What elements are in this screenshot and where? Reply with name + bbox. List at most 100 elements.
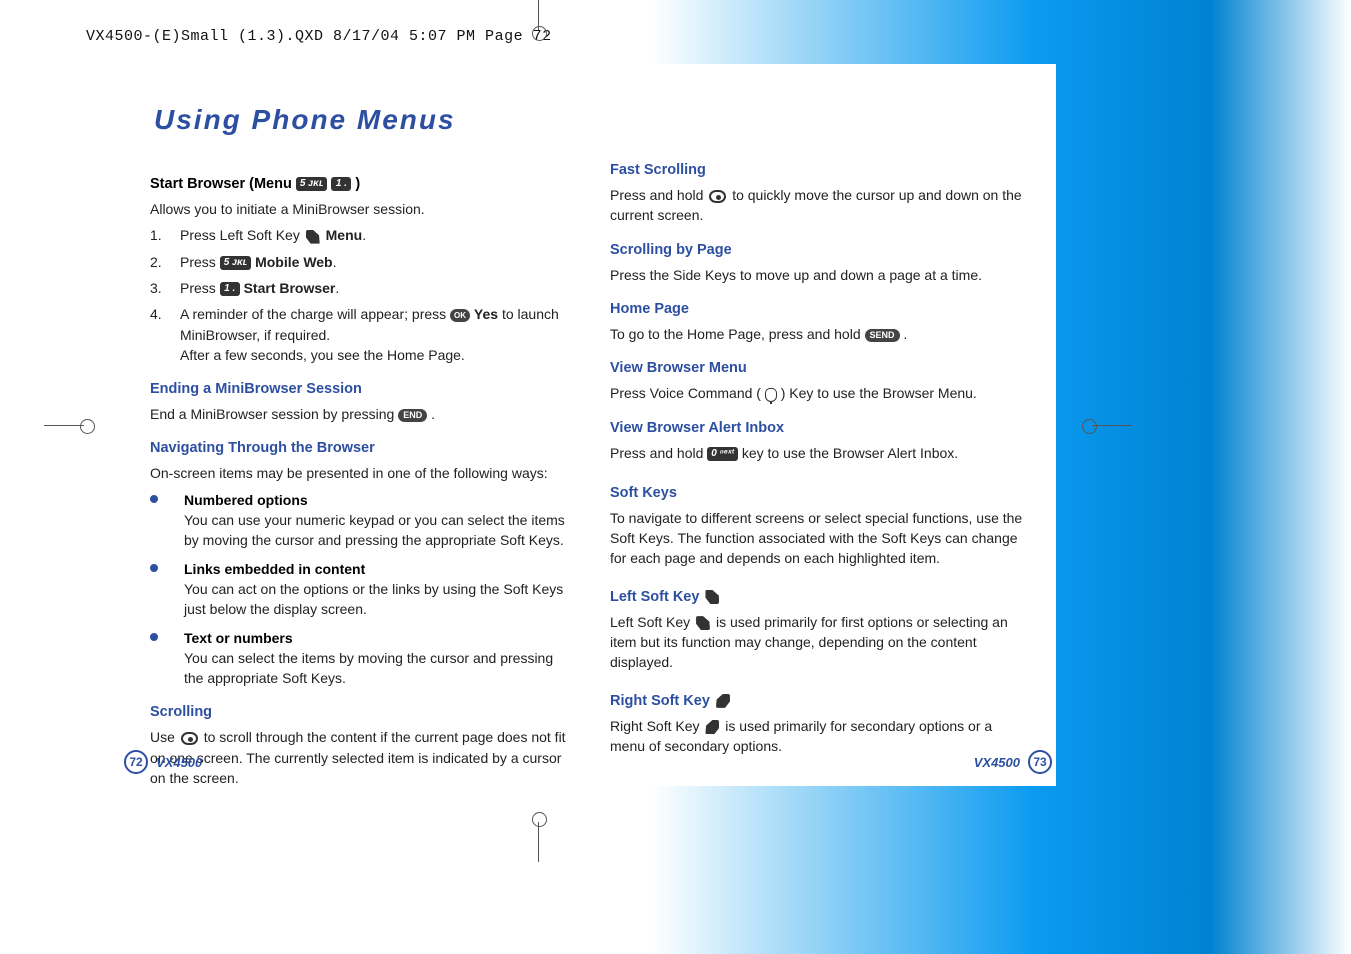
- right-softkey-icon: [705, 720, 719, 734]
- model-label: VX4500: [974, 755, 1020, 770]
- heading-start-browser: Start Browser (Menu 5 ᴊᴋʟ 1 . ): [150, 174, 566, 195]
- right-soft-key-text: Right Soft Key is used primarily for sec…: [610, 716, 1026, 757]
- text: After a few seconds, you see the Home Pa…: [180, 347, 465, 363]
- crop-mark-top: [529, 20, 549, 40]
- bold-text: Yes: [474, 306, 498, 322]
- heading-home-page: Home Page: [610, 299, 1026, 320]
- left-softkey-icon: [696, 616, 710, 630]
- bullet-content: Numbered options You can use your numeri…: [184, 490, 566, 551]
- intro-text: Allows you to initiate a MiniBrowser ses…: [150, 199, 566, 219]
- text: to scroll through the content if the cur…: [150, 729, 566, 786]
- heading-navigating: Navigating Through the Browser: [150, 438, 566, 459]
- voice-command-icon: [765, 388, 777, 402]
- bold-text: Menu: [326, 227, 363, 243]
- heading-scrolling-page: Scrolling by Page: [610, 240, 1026, 261]
- view-browser-menu-text: Press Voice Command ( ) Key to use the B…: [610, 383, 1026, 403]
- heading-view-browser-menu: View Browser Menu: [610, 358, 1026, 379]
- columns-container: Start Browser (Menu 5 ᴊᴋʟ 1 . ) Allows y…: [150, 160, 1026, 794]
- step-text: A reminder of the charge will appear; pr…: [180, 304, 566, 365]
- text: Left Soft Key: [610, 589, 703, 605]
- text: key to use the Browser Alert Inbox.: [742, 445, 958, 461]
- alert-inbox-text: Press and hold 0 ⁿᵉˣᵗ key to use the Bro…: [610, 443, 1026, 463]
- key-1-icon: 1 .: [331, 177, 351, 191]
- heading-alert-inbox: View Browser Alert Inbox: [610, 418, 1026, 439]
- text: Press: [180, 280, 220, 296]
- key-5-icon: 5 ᴊᴋʟ: [220, 256, 252, 270]
- text: Press and hold: [610, 187, 707, 203]
- footer-left: 72 VX4500: [124, 750, 202, 774]
- bullet-title: Text or numbers: [184, 628, 566, 648]
- send-key-icon: SEND: [865, 329, 900, 342]
- left-soft-key-text: Left Soft Key is used primarily for firs…: [610, 612, 1026, 673]
- page-spread: Using Phone Menus Start Browser (Menu 5 …: [120, 64, 1056, 786]
- text: Right Soft Key: [610, 693, 714, 709]
- bullet-links-embedded: Links embedded in content You can act on…: [150, 559, 566, 620]
- text: ) Key to use the Browser Menu.: [781, 385, 977, 401]
- nav-key-icon: [181, 732, 198, 745]
- left-softkey-icon: [306, 230, 320, 244]
- bullet-numbered-options: Numbered options You can use your numeri…: [150, 490, 566, 551]
- heading-soft-keys: Soft Keys: [610, 483, 1026, 504]
- text: Press: [180, 254, 220, 270]
- step-number: 3.: [150, 278, 180, 298]
- text: Use: [150, 729, 179, 745]
- step-number: 2.: [150, 252, 180, 272]
- left-column: Start Browser (Menu 5 ᴊᴋʟ 1 . ) Allows y…: [150, 160, 566, 794]
- footer-right: 73 VX4500: [974, 750, 1052, 774]
- heading-left-soft-key: Left Soft Key: [610, 587, 1026, 608]
- scrolling-page-text: Press the Side Keys to move up and down …: [610, 265, 1026, 285]
- text: Press and hold: [610, 445, 707, 461]
- text: Left Soft Key: [610, 614, 694, 630]
- step-number: 4.: [150, 304, 180, 365]
- right-softkey-icon: [716, 694, 730, 708]
- key-5-icon: 5 ᴊᴋʟ: [296, 177, 328, 191]
- bullet-text-numbers: Text or numbers You can select the items…: [150, 628, 566, 689]
- fast-scrolling-text: Press and hold to quickly move the curso…: [610, 185, 1026, 226]
- step-text: Press 5 ᴊᴋʟ Mobile Web.: [180, 252, 566, 272]
- bullet-body: You can act on the options or the links …: [184, 581, 563, 617]
- bullet-dot-icon: [150, 495, 158, 503]
- crop-mark-left: [74, 416, 94, 436]
- bold-text: Mobile Web: [255, 254, 333, 270]
- step-2: 2. Press 5 ᴊᴋʟ Mobile Web.: [150, 252, 566, 272]
- text: To go to the Home Page, press and hold: [610, 326, 865, 342]
- nav-key-icon: [709, 190, 726, 203]
- text: End a MiniBrowser session by pressing: [150, 406, 398, 422]
- step-text: Press 1 . Start Browser.: [180, 278, 566, 298]
- step-1: 1. Press Left Soft Key Menu.: [150, 225, 566, 245]
- home-page-text: To go to the Home Page, press and hold S…: [610, 324, 1026, 344]
- model-label: VX4500: [156, 755, 202, 770]
- steps-list: 1. Press Left Soft Key Menu. 2. Press 5 …: [150, 225, 566, 365]
- heading-ending-session: Ending a MiniBrowser Session: [150, 379, 566, 400]
- step-text: Press Left Soft Key Menu.: [180, 225, 566, 245]
- heading-text-close: ): [355, 176, 360, 192]
- step-3: 3. Press 1 . Start Browser.: [150, 278, 566, 298]
- ok-icon: OK: [450, 309, 470, 322]
- key-1-icon: 1 .: [220, 282, 240, 296]
- document-meta-header: VX4500-(E)Small (1.3).QXD 8/17/04 5:07 P…: [86, 28, 552, 45]
- crop-mark-bottom: [529, 812, 549, 832]
- nav-intro: On-screen items may be presented in one …: [150, 463, 566, 483]
- scrolling-text: Use to scroll through the content if the…: [150, 727, 566, 788]
- text: A reminder of the charge will appear; pr…: [180, 306, 450, 322]
- page-number-right: 73: [1028, 750, 1052, 774]
- bullet-content: Text or numbers You can select the items…: [184, 628, 566, 689]
- step-number: 1.: [150, 225, 180, 245]
- bullet-body: You can select the items by moving the c…: [184, 650, 553, 686]
- crop-mark-right: [1082, 416, 1102, 436]
- step-4: 4. A reminder of the charge will appear;…: [150, 304, 566, 365]
- heading-scrolling: Scrolling: [150, 702, 566, 723]
- left-softkey-icon: [705, 590, 719, 604]
- bullet-body: You can use your numeric keypad or you c…: [184, 512, 565, 548]
- page-number-left: 72: [124, 750, 148, 774]
- bullet-list: Numbered options You can use your numeri…: [150, 490, 566, 689]
- soft-keys-text: To navigate to different screens or sele…: [610, 508, 1026, 569]
- ending-text: End a MiniBrowser session by pressing EN…: [150, 404, 566, 424]
- end-key-icon: END: [398, 409, 427, 422]
- text: Press Left Soft Key: [180, 227, 304, 243]
- bullet-title: Links embedded in content: [184, 559, 566, 579]
- text: Press Voice Command (: [610, 385, 761, 401]
- heading-fast-scrolling: Fast Scrolling: [610, 160, 1026, 181]
- heading-right-soft-key: Right Soft Key: [610, 691, 1026, 712]
- right-column: Fast Scrolling Press and hold to quickly…: [610, 160, 1026, 794]
